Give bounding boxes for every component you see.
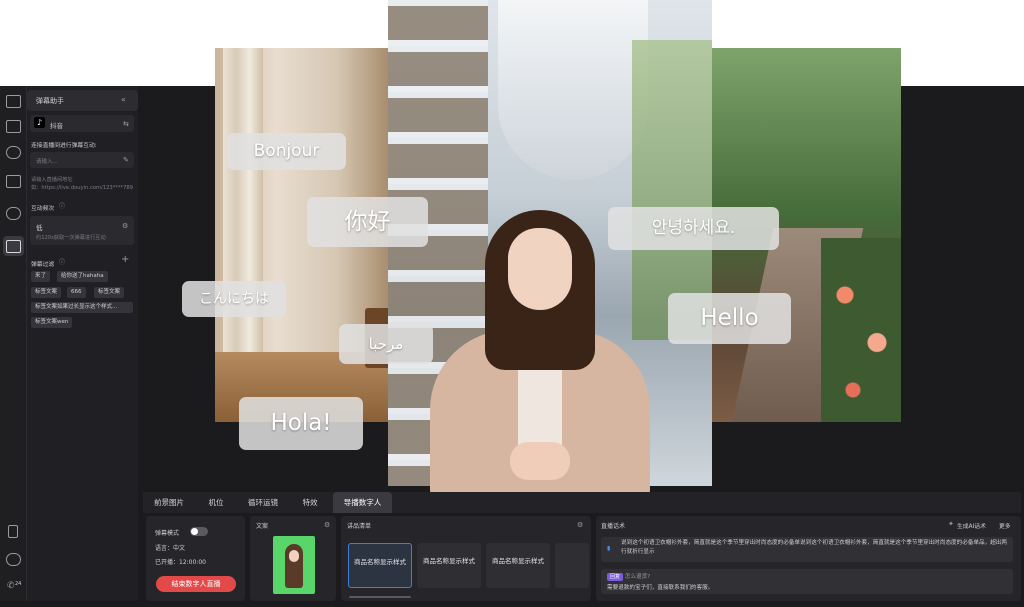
tab-foreground-image[interactable]: 前景图片 (146, 492, 192, 513)
frequency-desc: 约120s获取一次弹幕进行互动 (36, 235, 106, 241)
video-icon[interactable] (6, 95, 21, 108)
gear-icon[interactable] (6, 553, 21, 566)
icon-rail (0, 86, 27, 601)
danmaku-icon[interactable] (6, 240, 21, 253)
switch-icon[interactable]: ⇆ (123, 120, 129, 128)
doc-settings-icon[interactable]: ⚙ (324, 521, 330, 529)
goods-scrollbar[interactable] (349, 596, 411, 598)
cloud-icon[interactable] (6, 146, 21, 159)
panel-title: 弹幕助手 (36, 97, 64, 105)
filter-tag[interactable]: 标签文案 (31, 287, 62, 298)
platform-name: 抖音 (50, 122, 63, 130)
call-icon[interactable]: ✆ (7, 582, 15, 591)
doc-title: 文案 (256, 523, 269, 530)
collapse-icon[interactable]: « (121, 96, 126, 104)
danmaku-hello: Hello (668, 293, 791, 344)
danmaku-nihao: 你好 (307, 197, 428, 247)
reply-badge: 回复 (607, 573, 624, 581)
filter-tag[interactable]: 标签文案wen (31, 317, 73, 328)
live-icon[interactable] (6, 207, 21, 220)
script-type-icon: ▮ (607, 545, 611, 552)
monitor-icon[interactable] (6, 175, 21, 188)
goods-item[interactable]: 商品名称显示样式 (417, 543, 481, 588)
room-url-placeholder: 请输入... (36, 159, 58, 165)
reply-answer: 需要退款的宝子们，直接联系我们的客服。 (607, 585, 714, 591)
danmaku-mode-label: 弹幕模式 (155, 530, 180, 537)
settings-icon[interactable]: ⚙ (122, 222, 128, 230)
goods-item[interactable]: 商品名称显示样式 (486, 543, 550, 588)
marketing-stage: ✆ 24 弹幕助手 « ♪ 抖音 ⇆ 连接直播间进行弹幕互动: 请输入... ✎… (0, 0, 1024, 607)
danmaku-bonjour: Bonjour (227, 133, 346, 170)
language-label: 语言：中文 (155, 545, 186, 552)
goods-item[interactable]: 商品名称显示样式 (348, 543, 412, 588)
filter-label: 弹幕过滤 (31, 262, 55, 268)
reply-question: 怎么退货? (624, 574, 651, 580)
tab-camera-position[interactable]: 机位 (200, 492, 232, 513)
filter-tag[interactable]: 给你送了hahaha (57, 271, 108, 282)
tiktok-icon: ♪ (34, 117, 45, 128)
image-icon[interactable] (6, 120, 21, 133)
danmaku-mode-toggle[interactable] (190, 527, 208, 536)
script-title: 直播话术 (601, 523, 626, 530)
goods-settings-icon[interactable]: ⚙ (577, 521, 583, 529)
tab-digital-human[interactable]: 导播数字人 (333, 492, 392, 513)
add-icon[interactable]: + (121, 255, 129, 265)
reply-question-row: 回复 怎么退货? (607, 572, 650, 581)
frequency-value: 低 (36, 224, 43, 232)
phone-icon[interactable] (8, 525, 18, 538)
goods-item-partial[interactable] (555, 543, 589, 588)
script-text: 说到这个初语卫衣帽衫外套，简直就是这个季节里穿出时尚态度的必备单说到这个初语卫衣… (621, 540, 1007, 555)
doc-thumbnail[interactable] (273, 536, 315, 594)
end-live-button[interactable]: 结束数字人直播 (156, 576, 236, 592)
danmaku-marhaba: مرحبا (339, 324, 433, 364)
danmaku-annyeong: 안녕하세요. (608, 207, 779, 250)
filter-info-icon[interactable]: ⓘ (59, 259, 65, 267)
filter-tag[interactable]: 标签文案如果过长显示这个样式... (31, 302, 133, 313)
connect-label: 连接直播间进行弹幕互动: (31, 143, 97, 149)
info-icon[interactable]: ⓘ (59, 203, 65, 211)
tab-effects[interactable]: 特效 (294, 492, 326, 513)
danmaku-konnichiwa: こんにちは (182, 281, 286, 317)
filter-tag[interactable]: 666 (67, 287, 86, 298)
danmaku-hola: Hola! (239, 397, 363, 450)
filter-tag[interactable]: 标签文案 (94, 287, 125, 298)
room-url-hint: 请输入直播间地址 (31, 177, 73, 183)
digital-human-presenter (430, 210, 650, 500)
more-link[interactable]: 更多 (999, 521, 1011, 530)
goods-title: 讲品清单 (347, 523, 372, 530)
edit-icon[interactable]: ✎ (123, 156, 129, 164)
filter-tag[interactable]: 来了 (31, 271, 51, 282)
magic-wand-icon[interactable]: ✦ (948, 520, 954, 528)
call-count-icon: 24 (15, 581, 22, 587)
frequency-label: 互动频次 (31, 206, 55, 212)
generate-ai-link[interactable]: 生成AI话术 (957, 521, 986, 530)
platform-selector[interactable] (30, 115, 134, 132)
room-url-example: 如：https://live.douyin.com/123****789 (31, 185, 133, 191)
tab-loop-camera-move[interactable]: 循环运镜 (240, 492, 286, 513)
started-time-label: 已开播：12:00:00 (155, 559, 206, 566)
